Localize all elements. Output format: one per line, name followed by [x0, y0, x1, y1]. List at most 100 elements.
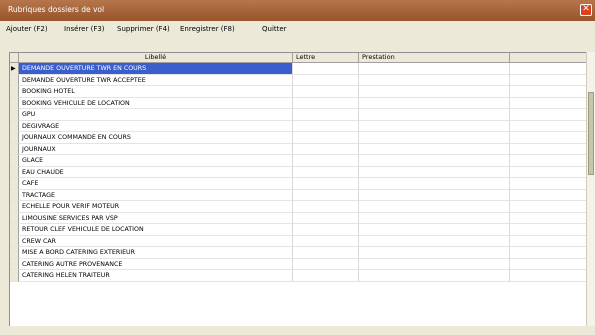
table-row[interactable]: EAU CHAUDE [10, 166, 595, 178]
cell-lettre[interactable] [293, 201, 359, 213]
table-row[interactable]: CATERING HELEN TRAITEUR [10, 270, 595, 282]
cell-prestation[interactable] [359, 86, 510, 98]
cell-lettre[interactable] [293, 178, 359, 190]
cell-lettre[interactable] [293, 120, 359, 132]
table-row[interactable]: ▶ DEMANDE OUVERTURE TWR EN COURS [10, 63, 595, 75]
cell-lettre[interactable] [293, 235, 359, 247]
cell-prestation[interactable] [359, 63, 510, 75]
vertical-scrollbar[interactable] [586, 52, 595, 326]
cell-lettre[interactable] [293, 143, 359, 155]
cell-prestation[interactable] [359, 224, 510, 236]
cell-prestation[interactable] [359, 270, 510, 282]
table-row[interactable]: JOURNAUX COMMANDE EN COURS [10, 132, 595, 144]
column-header-lettre[interactable]: Lettre [293, 53, 359, 63]
cell-libelle[interactable]: DEGIVRAGE [19, 120, 293, 132]
cell-lettre[interactable] [293, 166, 359, 178]
cell-prestation[interactable] [359, 155, 510, 167]
table-row[interactable]: MISE A BORD CATERING EXTERIEUR [10, 247, 595, 259]
cell-libelle[interactable]: RETOUR CLEF VEHICULE DE LOCATION [19, 224, 293, 236]
table-row[interactable]: DEGIVRAGE [10, 120, 595, 132]
column-header-libelle[interactable]: Libellé [19, 53, 293, 63]
table-row[interactable]: GPU [10, 109, 595, 121]
table-row[interactable]: DEMANDE OUVERTURE TWR ACCEPTEE [10, 74, 595, 86]
cell-libelle[interactable]: JOURNAUX COMMANDE EN COURS [19, 132, 293, 144]
cell-lettre[interactable] [293, 132, 359, 144]
row-indicator[interactable] [10, 178, 19, 190]
menu-supprimer[interactable]: Supprimer (F4) [117, 25, 170, 33]
cell-libelle[interactable]: BOOKING HOTEL [19, 86, 293, 98]
cell-prestation[interactable] [359, 235, 510, 247]
cell-libelle[interactable]: MISE A BORD CATERING EXTERIEUR [19, 247, 293, 259]
cell-prestation[interactable] [359, 189, 510, 201]
cell-prestation[interactable] [359, 258, 510, 270]
row-indicator[interactable] [10, 143, 19, 155]
cell-prestation[interactable] [359, 120, 510, 132]
scrollbar-thumb[interactable] [588, 92, 594, 175]
cell-libelle[interactable]: DEMANDE OUVERTURE TWR ACCEPTEE [19, 74, 293, 86]
cell-lettre[interactable] [293, 224, 359, 236]
row-indicator[interactable] [10, 235, 19, 247]
cell-libelle[interactable]: CAFE [19, 178, 293, 190]
cell-prestation[interactable] [359, 109, 510, 121]
table-row[interactable]: JOURNAUX [10, 143, 595, 155]
close-button[interactable]: ✕ [580, 4, 592, 16]
cell-lettre[interactable] [293, 258, 359, 270]
row-indicator[interactable] [10, 212, 19, 224]
cell-libelle[interactable]: GLACE [19, 155, 293, 167]
cell-libelle[interactable]: CREW CAR [19, 235, 293, 247]
cell-libelle[interactable]: DEMANDE OUVERTURE TWR EN COURS [19, 63, 293, 75]
table-row[interactable]: BOOKING VEHICULE DE LOCATION [10, 97, 595, 109]
row-indicator[interactable] [10, 155, 19, 167]
title-bar[interactable]: Rubriques dossiers de vol ✕ [0, 0, 595, 21]
row-indicator[interactable] [10, 86, 19, 98]
cell-prestation[interactable] [359, 201, 510, 213]
cell-libelle[interactable]: TRACTAGE [19, 189, 293, 201]
cell-prestation[interactable] [359, 166, 510, 178]
table-row[interactable]: BOOKING HOTEL [10, 86, 595, 98]
table-row[interactable]: GLACE [10, 155, 595, 167]
table-row[interactable]: CREW CAR [10, 235, 595, 247]
table-row[interactable]: TRACTAGE [10, 189, 595, 201]
row-indicator[interactable] [10, 109, 19, 121]
cell-libelle[interactable]: GPU [19, 109, 293, 121]
menu-quitter[interactable]: Quitter [262, 25, 287, 33]
cell-prestation[interactable] [359, 212, 510, 224]
menu-inserer[interactable]: Insérer (F3) [64, 25, 105, 33]
row-indicator[interactable] [10, 201, 19, 213]
row-indicator[interactable] [10, 247, 19, 259]
cell-libelle[interactable]: CATERING AUTRE PROVENANCE [19, 258, 293, 270]
row-indicator[interactable] [10, 97, 19, 109]
row-indicator[interactable] [10, 74, 19, 86]
cell-lettre[interactable] [293, 212, 359, 224]
current-row-arrow-icon[interactable]: ▶ [10, 63, 19, 75]
menu-enregistrer[interactable]: Enregistrer (F8) [180, 25, 235, 33]
cell-lettre[interactable] [293, 247, 359, 259]
cell-libelle[interactable]: BOOKING VEHICULE DE LOCATION [19, 97, 293, 109]
cell-lettre[interactable] [293, 63, 359, 75]
row-indicator[interactable] [10, 270, 19, 282]
cell-libelle[interactable]: JOURNAUX [19, 143, 293, 155]
cell-prestation[interactable] [359, 247, 510, 259]
row-indicator[interactable] [10, 258, 19, 270]
data-grid[interactable]: Libellé Lettre Prestation ▶ DEMANDE OUVER… [9, 52, 595, 326]
cell-libelle[interactable]: LIMOUSINE SERVICES PAR VSP [19, 212, 293, 224]
cell-lettre[interactable] [293, 109, 359, 121]
cell-prestation[interactable] [359, 143, 510, 155]
table-row[interactable]: CAFE [10, 178, 595, 190]
row-indicator[interactable] [10, 189, 19, 201]
row-indicator[interactable] [10, 132, 19, 144]
table-row[interactable]: LIMOUSINE SERVICES PAR VSP [10, 212, 595, 224]
cell-lettre[interactable] [293, 189, 359, 201]
cell-prestation[interactable] [359, 178, 510, 190]
cell-prestation[interactable] [359, 97, 510, 109]
cell-lettre[interactable] [293, 86, 359, 98]
cell-libelle[interactable]: ECHELLE POUR VERIF MOTEUR [19, 201, 293, 213]
cell-prestation[interactable] [359, 132, 510, 144]
column-header-prestation[interactable]: Prestation [359, 53, 510, 63]
row-indicator[interactable] [10, 224, 19, 236]
cell-lettre[interactable] [293, 155, 359, 167]
cell-libelle[interactable]: EAU CHAUDE [19, 166, 293, 178]
table-row[interactable]: CATERING AUTRE PROVENANCE [10, 258, 595, 270]
cell-libelle[interactable]: CATERING HELEN TRAITEUR [19, 270, 293, 282]
cell-lettre[interactable] [293, 74, 359, 86]
